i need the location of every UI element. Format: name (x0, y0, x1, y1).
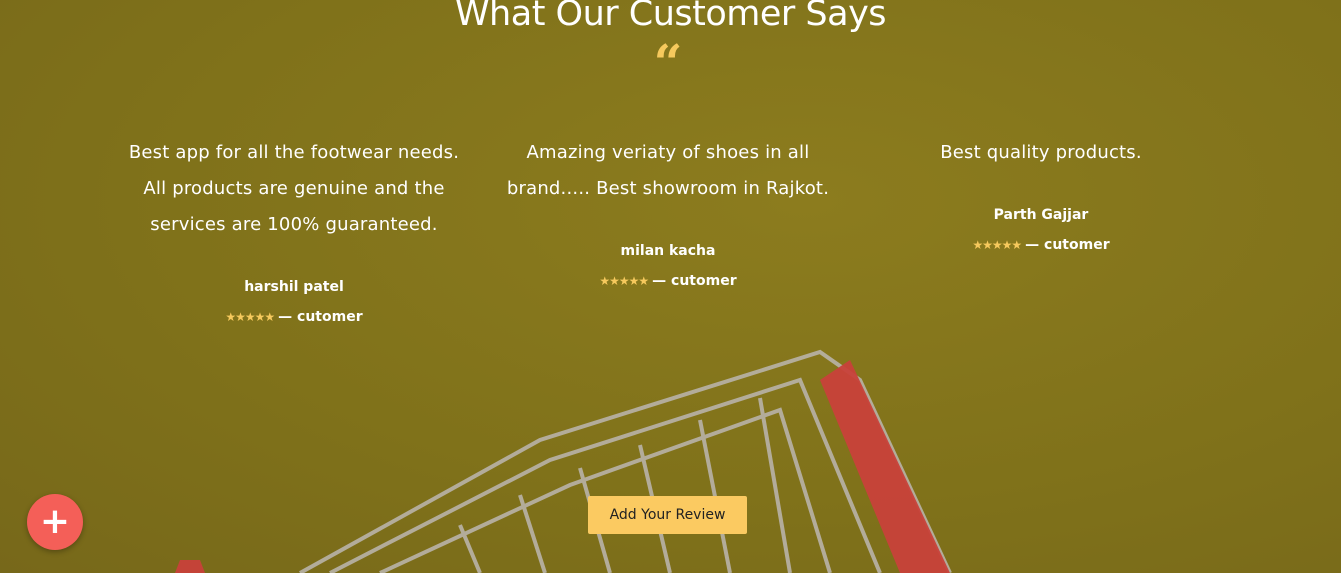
review-card-3: Best quality products. Parth Gajjar ★★★★… (871, 135, 1211, 253)
review-card-1: Best app for all the footwear needs. All… (124, 135, 464, 325)
reviewer-name: harshil patel (244, 279, 344, 295)
star-rating-icon: ★★★★★ (599, 274, 649, 288)
plus-icon: + (39, 501, 71, 542)
review-text: Best quality products. (940, 142, 1142, 163)
page-title: What Our Customer Says (454, 0, 887, 34)
reviewer-name: Parth Gajjar (993, 207, 1089, 223)
reviewer-meta: ★★★★★ — cutomer (871, 237, 1211, 253)
add-fab-button[interactable]: + (27, 494, 83, 550)
star-rating-icon: ★★★★★ (225, 310, 275, 324)
star-rating-icon: ★★★★★ (972, 238, 1022, 252)
quote-icon: “ (653, 33, 683, 92)
review-card-2: Amazing veriaty of shoes in all brand...… (498, 135, 838, 289)
review-text: Best app for all the footwear needs. All… (128, 142, 460, 235)
reviewer-name: milan kacha (620, 243, 716, 259)
reviewer-role: — cutomer (278, 309, 363, 325)
reviewer-meta: ★★★★★ — cutomer (498, 273, 838, 289)
reviewer-role: — cutomer (652, 273, 737, 289)
review-text: Amazing veriaty of shoes in all brand...… (506, 142, 830, 199)
reviewer-role: — cutomer (1025, 237, 1110, 253)
add-review-button[interactable]: Add Your Review (588, 496, 747, 534)
reviewer-meta: ★★★★★ — cutomer (124, 309, 464, 325)
